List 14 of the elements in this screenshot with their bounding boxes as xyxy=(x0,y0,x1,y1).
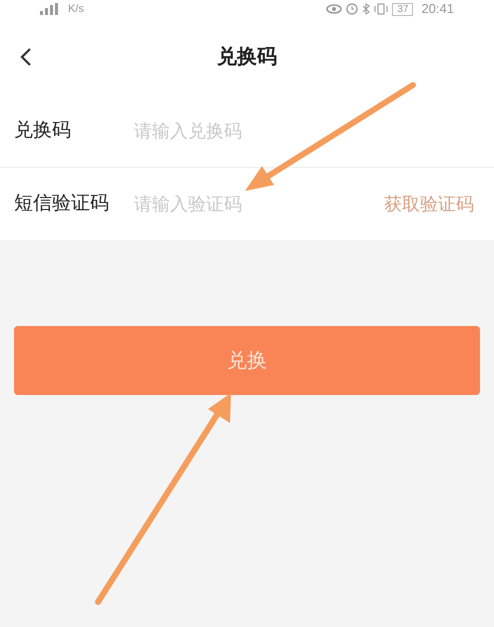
back-icon xyxy=(20,47,32,67)
battery-level: 37 xyxy=(392,2,414,16)
status-time: 20:41 xyxy=(421,0,454,18)
page-title: 兑换码 xyxy=(217,45,277,70)
signal-icon xyxy=(40,3,60,15)
network-speed: K/s xyxy=(68,2,84,17)
alarm-icon xyxy=(346,3,358,15)
redeem-button[interactable]: 兑换 xyxy=(14,326,480,395)
field-label: 短信验证码 xyxy=(14,192,110,216)
vibrate-icon xyxy=(374,3,388,15)
field-label: 兑换码 xyxy=(14,119,72,144)
get-code-button[interactable]: 获取验证码 xyxy=(384,190,474,218)
bluetooth-icon xyxy=(362,3,370,15)
eye-icon xyxy=(326,4,342,14)
